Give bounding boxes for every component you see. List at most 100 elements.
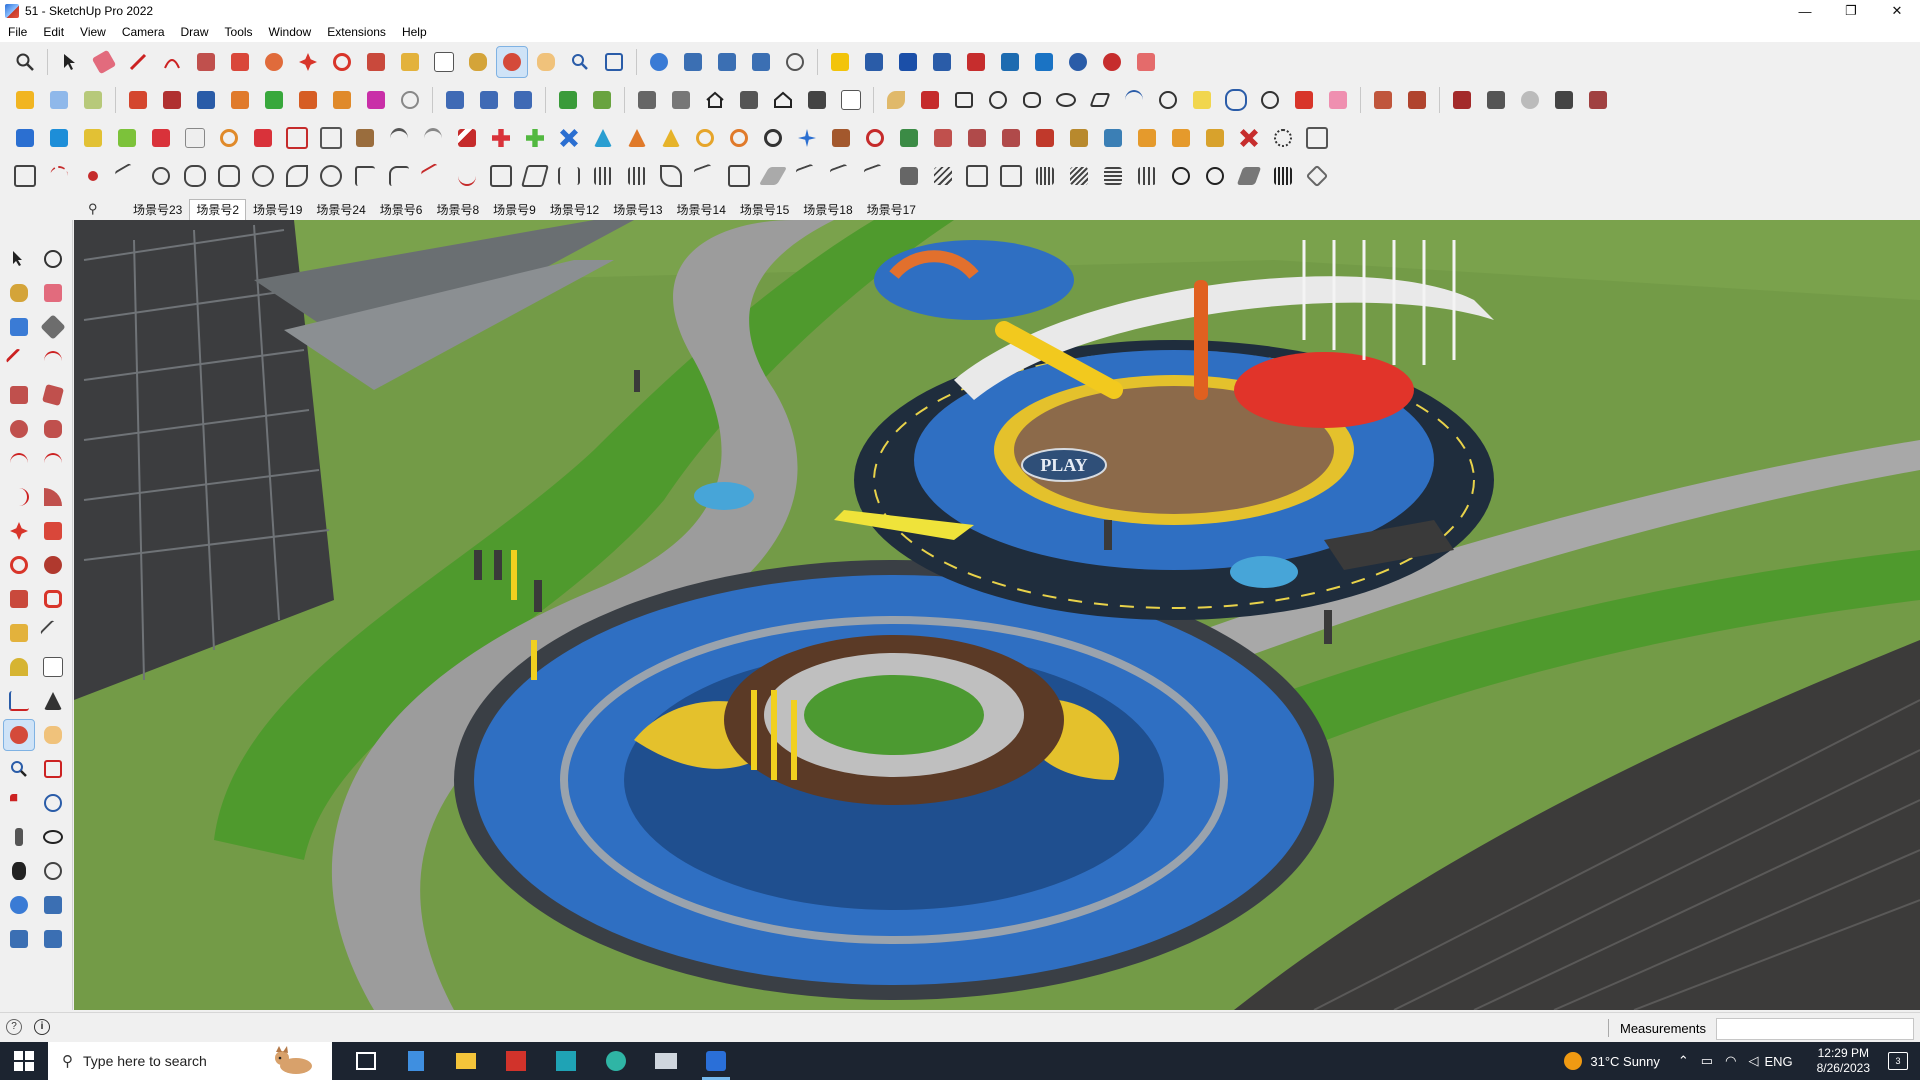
house-six-button[interactable] (802, 85, 832, 115)
pen-button[interactable] (915, 85, 945, 115)
sandbox-from-contours-tool[interactable] (4, 890, 34, 920)
push-pull-tool-button[interactable] (225, 47, 255, 77)
texture-button[interactable] (1402, 85, 1432, 115)
freehand-tool[interactable] (38, 346, 68, 376)
tape-measure-button[interactable] (395, 47, 425, 77)
shape-circle-button[interactable] (983, 85, 1013, 115)
extension-button[interactable] (1131, 47, 1161, 77)
rotate-tool[interactable] (4, 550, 34, 580)
draw-u-button[interactable] (690, 161, 720, 191)
thicken-button[interactable] (293, 85, 323, 115)
scale-tool-button[interactable] (361, 47, 391, 77)
menu-camera[interactable]: Camera (114, 25, 173, 39)
slice-three-button[interactable] (508, 85, 538, 115)
sandbox-button[interactable] (678, 47, 708, 77)
plugin-o-button[interactable] (486, 123, 516, 153)
plugin-ae-button[interactable] (1030, 123, 1060, 153)
tool-arrow-button[interactable] (1289, 85, 1319, 115)
select-tool[interactable] (4, 244, 34, 274)
plugin-t-button[interactable] (656, 123, 686, 153)
mirror-button[interactable] (1029, 47, 1059, 77)
three-point-arc-tool[interactable] (4, 482, 34, 512)
slice-button[interactable] (440, 85, 470, 115)
lasso-tool[interactable] (38, 244, 68, 274)
layers-button[interactable] (712, 47, 742, 77)
line-tool[interactable] (4, 346, 34, 376)
draw-p-button[interactable] (520, 161, 550, 191)
tool-eraser-button[interactable] (1323, 85, 1353, 115)
render-five-button[interactable] (1583, 85, 1613, 115)
tag-tool[interactable] (38, 312, 68, 342)
draw-i-button[interactable] (282, 161, 312, 191)
leaf-button[interactable] (881, 85, 911, 115)
zoom-extents-button[interactable] (599, 47, 629, 77)
zoom-window-tool[interactable] (38, 754, 68, 784)
draw-l-button[interactable] (384, 161, 414, 191)
chevron-up-icon[interactable]: ⌃ (1678, 1053, 1689, 1069)
redo-button[interactable] (1097, 47, 1127, 77)
follow-me-tool[interactable] (38, 550, 68, 580)
scene-tab[interactable]: 场景号14 (670, 198, 733, 220)
sort-up-button[interactable] (927, 47, 957, 77)
slice-two-button[interactable] (474, 85, 504, 115)
plugin-l-button[interactable] (384, 123, 414, 153)
plugin-af-button[interactable] (1064, 123, 1094, 153)
arc-tool[interactable] (4, 448, 34, 478)
zoom-extents-tool[interactable] (4, 788, 34, 818)
undo-button[interactable] (1063, 47, 1093, 77)
scene-tab[interactable]: 场景号19 (246, 198, 309, 220)
protractor-tool[interactable] (4, 652, 34, 682)
eraser-tool-button[interactable] (89, 47, 119, 77)
plugin-ad-button[interactable] (996, 123, 1026, 153)
plugin-y-button[interactable] (826, 123, 856, 153)
draw-k-button[interactable] (350, 161, 380, 191)
shape-rect-button[interactable] (949, 85, 979, 115)
draw-m-button[interactable] (418, 161, 448, 191)
menu-tools[interactable]: Tools (217, 25, 261, 39)
eraser-tool[interactable] (38, 278, 68, 308)
menu-extensions[interactable]: Extensions (319, 25, 394, 39)
plugin-i-button[interactable] (282, 123, 312, 153)
surface-two-button[interactable] (587, 85, 617, 115)
push-pull-tool[interactable] (38, 516, 68, 546)
text-tool-button[interactable] (429, 47, 459, 77)
position-camera-tool[interactable] (4, 822, 34, 852)
render-three-button[interactable] (1515, 85, 1545, 115)
plugin-g-button[interactable] (214, 123, 244, 153)
draw-t-button[interactable] (656, 161, 686, 191)
extrude-f-button[interactable] (361, 85, 391, 115)
network-icon[interactable]: ◠ (1725, 1053, 1736, 1069)
axes-tool[interactable] (4, 686, 34, 716)
photo-app[interactable] (644, 1042, 688, 1080)
select-tool-button[interactable] (55, 47, 85, 77)
box-tool-button[interactable] (10, 85, 40, 115)
section-button[interactable] (893, 47, 923, 77)
plugin-z-button[interactable] (860, 123, 890, 153)
edge-browser-app[interactable] (594, 1042, 638, 1080)
restore-button[interactable]: ❐ (1828, 0, 1874, 22)
3ds-max-app[interactable] (544, 1042, 588, 1080)
component-two-button[interactable] (859, 47, 889, 77)
previous-view-tool[interactable] (38, 788, 68, 818)
pie-tool[interactable] (38, 482, 68, 512)
move-tool[interactable] (4, 516, 34, 546)
weather-text[interactable]: 31°C Sunny (1590, 1054, 1660, 1069)
measurements-input[interactable] (1716, 1018, 1914, 1040)
menu-draw[interactable]: Draw (173, 25, 217, 39)
scene-tab[interactable]: 场景号13 (606, 198, 669, 220)
text-tool[interactable] (38, 652, 68, 682)
draw-ak-button[interactable] (1234, 161, 1264, 191)
draw-ab-button[interactable] (928, 161, 958, 191)
draw-g-button[interactable] (214, 161, 244, 191)
plugin-u-button[interactable] (690, 123, 720, 153)
draw-am-button[interactable] (1302, 161, 1332, 191)
close-button[interactable]: ✕ (1874, 0, 1920, 22)
model-viewport[interactable]: PLAY (74, 220, 1920, 1010)
plugin-j-button[interactable] (316, 123, 346, 153)
surface-button[interactable] (553, 85, 583, 115)
draw-aa-button[interactable] (894, 161, 924, 191)
plugin-aj-button[interactable] (1200, 123, 1230, 153)
component-tool[interactable] (4, 312, 34, 342)
minimize-button[interactable]: — (1782, 0, 1828, 22)
plugin-n-button[interactable] (452, 123, 482, 153)
